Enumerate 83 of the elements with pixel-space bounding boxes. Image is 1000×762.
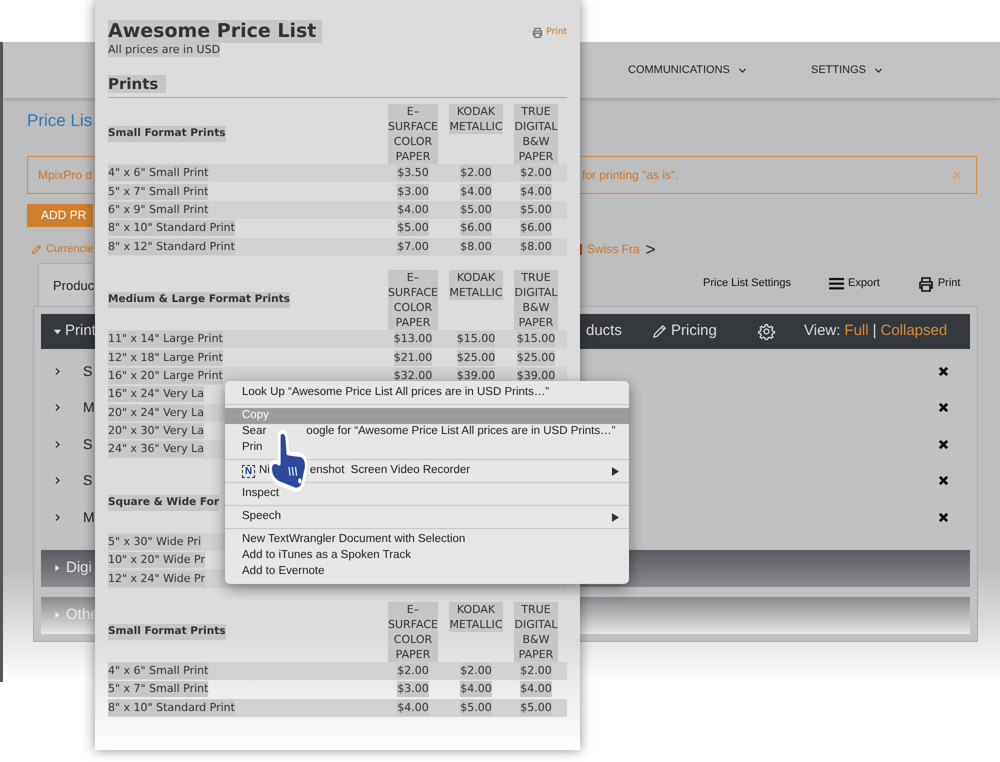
product-name: 20" x 30" Very La <box>108 423 204 440</box>
menu-item-text: Add to iTunes as a Spoken Track <box>242 548 411 564</box>
price-cell: $6.00 <box>520 220 552 236</box>
menu-item-text: oogle for “Awesome Price List All prices are in USD Prints…” <box>306 424 616 440</box>
price-cell: $4.00 <box>397 202 429 218</box>
price-cell: $4.00 <box>460 681 492 698</box>
product-name: 12" x 18" Large Print <box>108 350 223 366</box>
price-cell: $4.00 <box>397 700 429 716</box>
price-cell: $5.00 <box>397 220 429 236</box>
menu-item-text: Copy <box>242 408 269 424</box>
product-name: 24" x 36" Very La <box>108 441 204 458</box>
product-name: 6" x 9" Small Print <box>108 202 208 218</box>
menu-item-text: Sear <box>242 424 266 440</box>
price-cell: $21.00 <box>394 350 432 366</box>
menu-item-text: Prin <box>242 440 262 456</box>
product-name: 10" x 20" Wide Pr <box>108 552 206 568</box>
price-cell: $3.00 <box>397 681 429 698</box>
menu-item-text: Look Up “Awesome Price List All prices are in USD Prints…” <box>242 385 550 400</box>
price-cell: $2.00 <box>397 663 429 680</box>
table-heading: Small Format Prints <box>108 624 226 640</box>
document-title: Awesome Price List <box>108 20 322 43</box>
menu-item-text: Ni <box>259 463 270 478</box>
page-title: Price Lis <box>27 110 92 132</box>
price-cell: $25.00 <box>456 350 496 366</box>
product-name: 5" x 7" Small Print <box>108 184 208 200</box>
view-label: View: <box>804 321 840 342</box>
app-icon: N <box>242 464 255 478</box>
product-name: 4" x 6" Small Print <box>108 165 208 182</box>
table-heading: Medium & Large Format Prints <box>108 292 290 308</box>
product-name: 8" x 10" Standard Print <box>108 700 235 716</box>
price-cell: $7.00 <box>397 238 429 255</box>
section-heading: Prints <box>108 75 166 93</box>
product-name: 12" x 24" Wide Pr <box>108 570 206 587</box>
menu-item-text: Inspect <box>242 486 280 502</box>
price-cell: $2.00 <box>460 663 492 680</box>
alert-text: MpixPro d <box>38 166 92 184</box>
column-header: E– SURFACE COLOR PAPER <box>388 602 438 662</box>
price-cell: $25.00 <box>516 350 556 366</box>
alert-text: for printing "as is". <box>582 166 679 184</box>
price-cell: $5.00 <box>520 700 552 716</box>
table-heading: Square & Wide For <box>108 494 220 511</box>
price-cell: $4.00 <box>460 184 492 200</box>
price-cell: $6.00 <box>460 220 492 236</box>
product-name: 4" x 6" Small Print <box>108 663 208 680</box>
menu-item-text: enshot Screen Video Recorder <box>310 463 470 478</box>
price-cell: $15.00 <box>516 331 556 348</box>
price-cell: $5.00 <box>520 202 552 218</box>
price-cell: $2.00 <box>520 165 552 182</box>
column-header: E– SURFACE COLOR PAPER <box>388 270 438 330</box>
document-subtitle: All prices are in USD <box>108 43 220 57</box>
price-cell: $4.00 <box>520 184 552 200</box>
product-name: 16" x 20" Large Print <box>108 368 223 384</box>
product-name: 8" x 10" Standard Print <box>108 220 235 236</box>
menu-item-text: New TextWrangler Document with Selection <box>242 532 466 548</box>
product-name: 20" x 24" Very La <box>108 404 204 421</box>
product-name: 16" x 24" Very La <box>108 386 204 402</box>
price-cell: $13.00 <box>394 331 432 348</box>
column-header: KODAK METALLIC <box>449 602 502 632</box>
column-header: TRUE DIGITAL B&W PAPER <box>514 602 558 662</box>
price-cell: $8.00 <box>520 238 552 255</box>
section-label: Digi <box>66 558 92 578</box>
price-cell: $5.00 <box>460 700 492 716</box>
product-name: 5" x 7" Small Print <box>108 681 208 698</box>
price-cell: $2.00 <box>520 663 552 680</box>
menu-item-text: Add to Evernote <box>242 564 324 580</box>
menu-item-text: Speech <box>242 509 282 524</box>
table-heading: Small Format Prints <box>108 126 226 142</box>
product-name: 11" x 14" Large Print <box>108 331 223 348</box>
price-cell: $4.00 <box>520 681 552 698</box>
product-name: 8" x 12" Standard Print <box>108 238 235 255</box>
price-cell: $8.00 <box>460 238 492 255</box>
price-cell: $3.50 <box>397 165 429 182</box>
column-header: TRUE DIGITAL B&W PAPER <box>514 270 558 330</box>
view-separator: | <box>872 321 876 342</box>
column-header: E– SURFACE COLOR PAPER <box>388 104 438 164</box>
price-cell: $5.00 <box>460 202 492 218</box>
column-header: TRUE DIGITAL B&W PAPER <box>514 104 558 164</box>
column-header: KODAK METALLIC <box>449 104 502 134</box>
price-cell: $3.00 <box>397 184 429 200</box>
column-header: KODAK METALLIC <box>449 270 502 300</box>
product-name: 5" x 30" Wide Pri <box>108 534 202 550</box>
price-cell: $15.00 <box>456 331 496 348</box>
price-cell: $2.00 <box>460 165 492 182</box>
